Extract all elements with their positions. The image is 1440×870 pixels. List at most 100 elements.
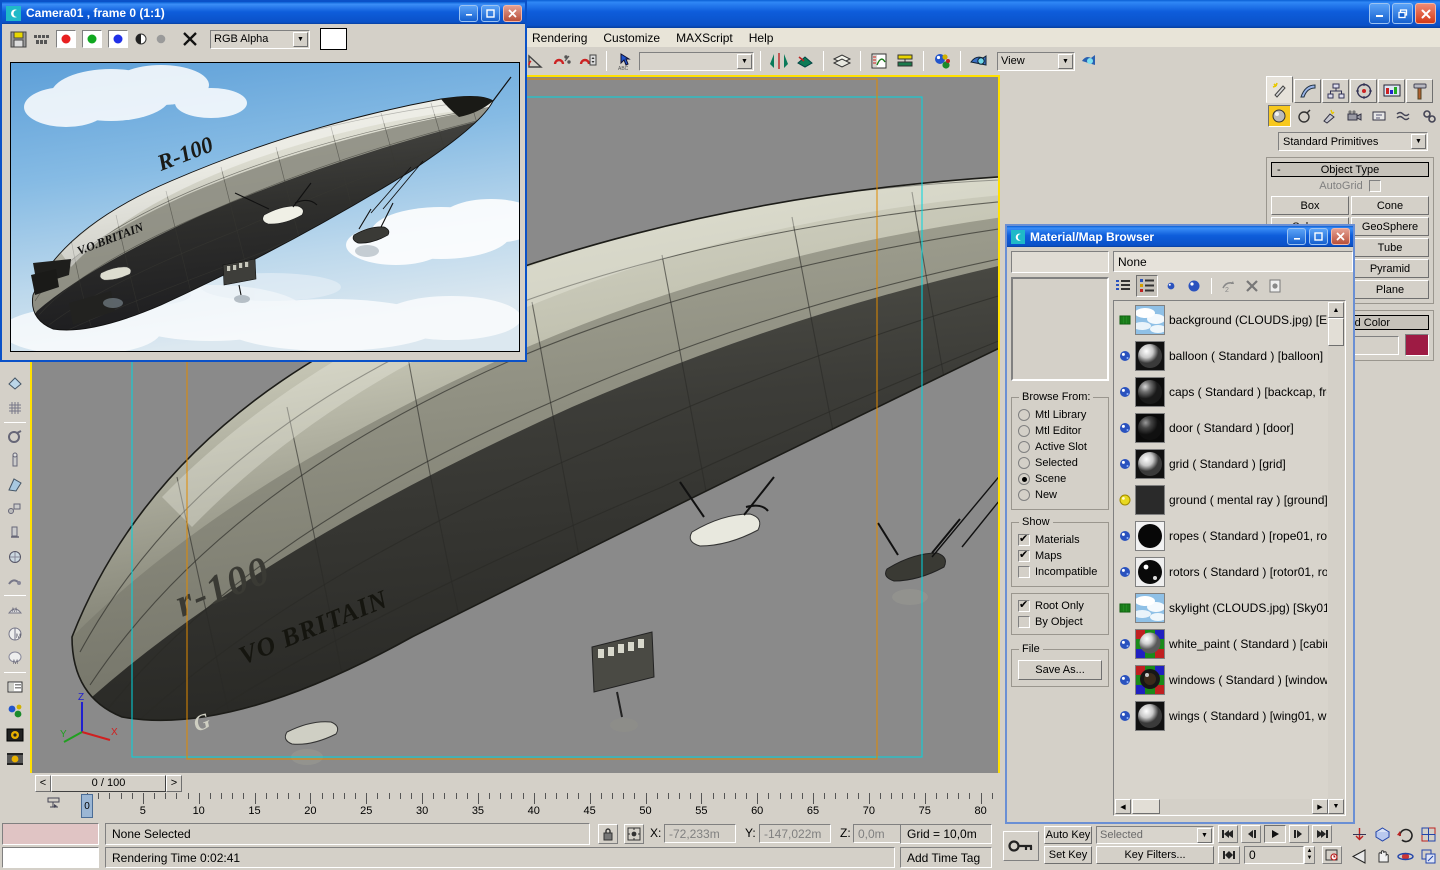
object-color-swatch[interactable]: [1405, 334, 1429, 356]
material-swatch[interactable]: [1135, 341, 1165, 371]
maximize-button[interactable]: [1309, 228, 1328, 245]
schematic-view-icon[interactable]: [893, 49, 917, 73]
render-frame-window-tool-icon[interactable]: [2, 747, 28, 771]
material-list-item[interactable]: ropes ( Standard ) [rope01, rope: [1115, 518, 1327, 554]
checkbox-icon[interactable]: [1018, 616, 1030, 628]
maximize-button[interactable]: [481, 4, 500, 22]
radio-icon[interactable]: [1018, 473, 1030, 485]
material-swatch[interactable]: [1135, 593, 1165, 623]
time-configuration-icon[interactable]: [1322, 846, 1342, 864]
space-warps-icon[interactable]: [1392, 105, 1415, 127]
x-coord-field[interactable]: -72,233m: [664, 824, 736, 843]
material-swatch[interactable]: [1135, 521, 1165, 551]
hierarchy-tab-icon[interactable]: [1322, 79, 1349, 103]
scroll-down-button[interactable]: ▼: [1328, 799, 1344, 814]
create-tube-button[interactable]: Tube: [1351, 238, 1429, 257]
window-crossing-icon[interactable]: [2, 396, 28, 420]
minimize-button[interactable]: [1287, 228, 1306, 245]
scroll-left-button[interactable]: ◀: [1115, 799, 1131, 814]
rendered-image[interactable]: R-100 V.O.BRITAIN: [10, 62, 520, 352]
create-tab-icon[interactable]: [1266, 76, 1293, 103]
create-plane-button[interactable]: Plane: [1351, 280, 1429, 299]
radio-icon[interactable]: [1018, 425, 1030, 437]
material-swatch[interactable]: [1135, 413, 1165, 443]
use-center-icon[interactable]: [2, 521, 28, 545]
checkbox-icon[interactable]: [1018, 566, 1030, 578]
create-pyramid-button[interactable]: Pyramid: [1351, 259, 1429, 278]
timeline-ruler[interactable]: 5 10 15 20 25 30 35 40 45 50 55 60 65 70 75 80: [0, 793, 1000, 821]
material-swatch[interactable]: [1135, 665, 1165, 695]
root-only-row[interactable]: Root Only: [1018, 598, 1102, 614]
named-selection-sets-icon[interactable]: ABC: [613, 49, 637, 73]
material-list-item[interactable]: balloon ( Standard ) [balloon]: [1115, 338, 1327, 374]
select-and-manipulate-icon[interactable]: [2, 545, 28, 569]
lock-selection-icon[interactable]: [598, 824, 618, 844]
menu-item-rendering[interactable]: Rendering: [524, 29, 595, 47]
material-swatch[interactable]: [1135, 377, 1165, 407]
view-small-icons-icon[interactable]: [1161, 276, 1181, 296]
spinner-snap-icon[interactable]: [576, 49, 600, 73]
display-tab-icon[interactable]: [1378, 79, 1405, 103]
menu-item-help[interactable]: Help: [741, 29, 782, 47]
auto-key-button[interactable]: Auto Key: [1044, 826, 1092, 844]
material-swatch[interactable]: [1135, 557, 1165, 587]
radio-icon[interactable]: [1018, 409, 1030, 421]
save-as-button[interactable]: Save As...: [1018, 660, 1102, 680]
clone-rendered-frame-icon[interactable]: [33, 31, 50, 48]
scale-icon[interactable]: [2, 473, 28, 497]
mini-listener-white-pane[interactable]: [2, 847, 99, 868]
y-coord-field[interactable]: -147,022m: [759, 824, 831, 843]
zoom-extents-icon[interactable]: [1394, 823, 1417, 845]
align-tool-icon[interactable]: M: [2, 622, 28, 646]
time-slider[interactable]: < 0 / 100 >: [35, 774, 182, 792]
next-frame-icon[interactable]: [1289, 825, 1309, 843]
utilities-tab-icon[interactable]: [1406, 79, 1433, 103]
material-editor-tool-icon[interactable]: [2, 699, 28, 723]
object-type-header[interactable]: - Object Type: [1271, 162, 1429, 177]
play-animation-icon[interactable]: [1264, 825, 1286, 843]
scroll-thumb[interactable]: [1328, 318, 1344, 346]
min-max-toggle-icon[interactable]: [1417, 823, 1440, 845]
create-cone-button[interactable]: Cone: [1351, 196, 1429, 215]
create-geosphere-button[interactable]: GeoSphere: [1351, 217, 1429, 236]
checkbox-icon[interactable]: [1018, 532, 1030, 546]
material-swatch[interactable]: [1135, 629, 1165, 659]
field-of-view-icon[interactable]: [1348, 845, 1371, 867]
autogrid-checkbox[interactable]: [1368, 180, 1381, 192]
current-frame-spinner[interactable]: ▲ ▼: [1304, 846, 1315, 864]
align-camera-icon[interactable]: M: [2, 646, 28, 670]
material-name-field[interactable]: [1011, 251, 1109, 273]
material-swatch[interactable]: [1135, 701, 1165, 731]
key-mode-combo[interactable]: Selected ▼: [1096, 826, 1214, 844]
geometry-icon[interactable]: [1268, 105, 1291, 127]
show-maps-row[interactable]: Maps: [1018, 548, 1102, 564]
viewport-coordinate-combo[interactable]: View ▼: [997, 51, 1075, 71]
radio-icon[interactable]: [1018, 441, 1030, 453]
set-key-button[interactable]: Set Key: [1044, 846, 1092, 864]
show-materials-row[interactable]: Materials: [1018, 532, 1102, 548]
zoom-icon[interactable]: [1348, 823, 1371, 845]
helpers-icon[interactable]: [1367, 105, 1390, 127]
browse-from-option-mtl-editor[interactable]: Mtl Editor: [1018, 423, 1102, 439]
monochrome-icon[interactable]: [154, 32, 168, 46]
material-map-browser-dialog[interactable]: Material/Map Browser Browse From: Mtl Li…: [1005, 224, 1355, 824]
shapes-icon[interactable]: [1293, 105, 1316, 127]
checkbox-icon[interactable]: [1018, 598, 1030, 612]
chevron-down-icon[interactable]: ▼: [1058, 53, 1073, 69]
material-list[interactable]: background (CLOUDS.jpg) [Envi balloon ( S…: [1113, 300, 1346, 816]
mini-listener-pink-pane[interactable]: [2, 823, 99, 845]
modify-tab-icon[interactable]: [1294, 79, 1321, 103]
scroll-thumb-h[interactable]: [1132, 799, 1160, 814]
radio-icon[interactable]: [1018, 489, 1030, 501]
save-bitmap-icon[interactable]: [10, 31, 27, 48]
scroll-up-button[interactable]: ▲: [1328, 302, 1344, 318]
snap-toggle-icon[interactable]: [2, 569, 28, 593]
material-list-item[interactable]: windows ( Standard ) [windows]: [1115, 662, 1327, 698]
key-mode-toggle-icon[interactable]: [1218, 846, 1240, 864]
chevron-down-icon[interactable]: ▼: [737, 53, 752, 69]
chevron-down-icon[interactable]: ▼: [1197, 827, 1212, 843]
set-key-mode-toggle[interactable]: [1003, 831, 1039, 861]
view-list-icons-icon[interactable]: [1136, 275, 1158, 297]
angle-snap-icon[interactable]: [524, 49, 548, 73]
update-scene-materials-icon[interactable]: 2: [1219, 276, 1239, 296]
